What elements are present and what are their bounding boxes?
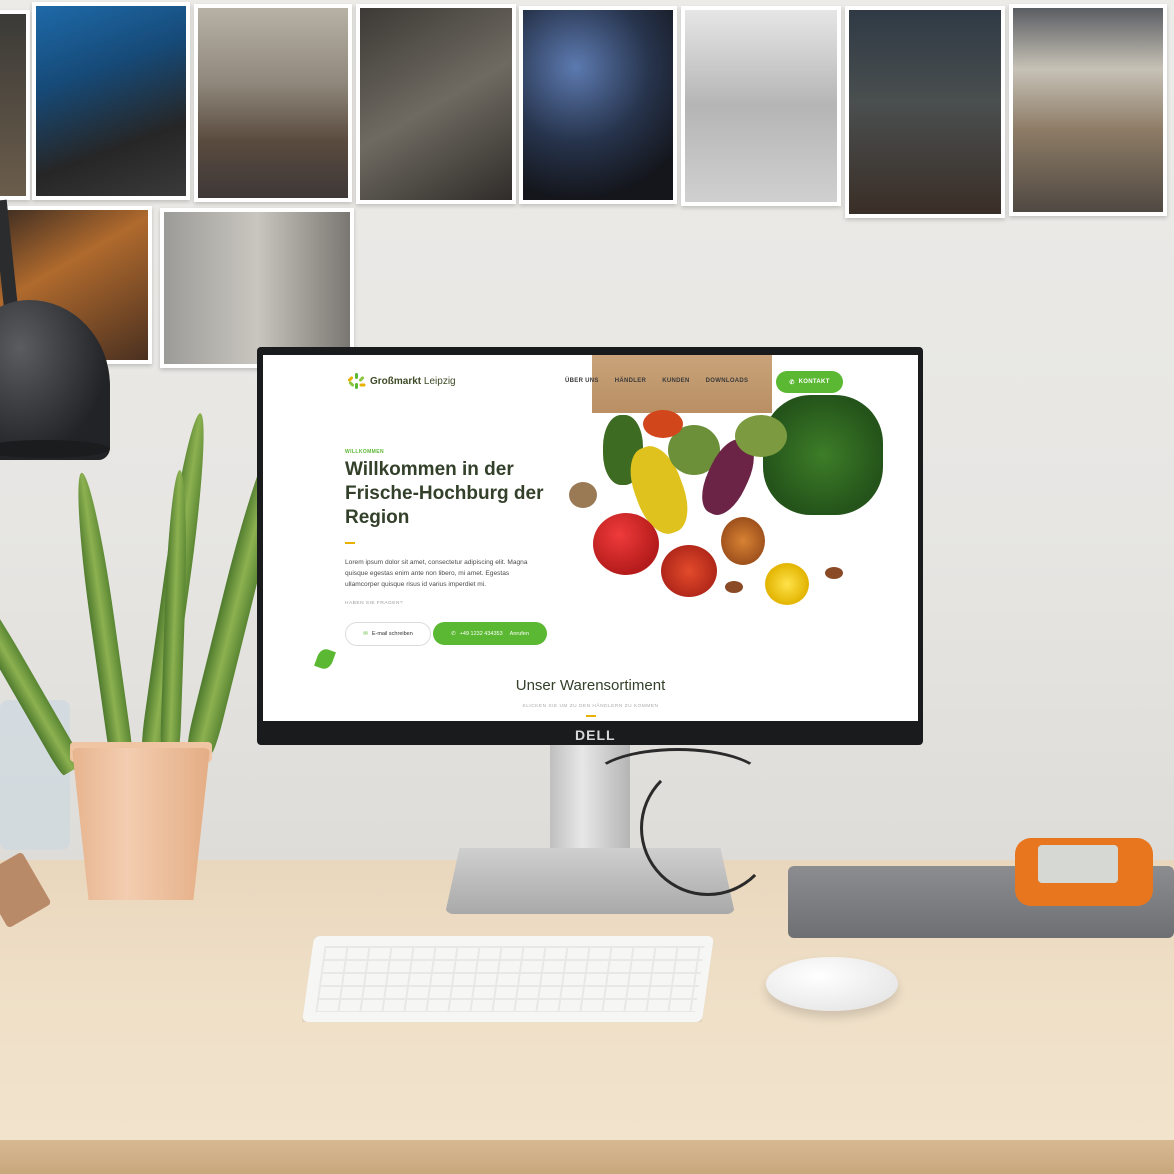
call-button-number: +49 1232 434353 (459, 630, 503, 637)
artichoke (735, 415, 787, 457)
lemon (765, 563, 809, 605)
pecan (825, 567, 843, 579)
logo-name: Großmarkt (370, 375, 422, 387)
screen: Großmarkt Leipzig ÜBER UNS HÄNDLER KUNDE… (263, 355, 918, 721)
desk-scene: DELL Großmarkt Leipzig ÜBER UNS HÄNDLER … (0, 0, 1174, 1174)
nav-item-haendler[interactable]: HÄNDLER (615, 378, 646, 384)
mail-icon: ✉ (363, 631, 368, 637)
nav-item-downloads[interactable]: DOWNLOADS (706, 378, 749, 384)
walnut (569, 482, 597, 508)
cable (640, 760, 776, 896)
phone-icon: ✆ (451, 630, 456, 637)
call-button-label: Anrufen (509, 630, 529, 637)
wall-photo (0, 10, 30, 200)
hero-text: Lorem ipsum dolor sit amet, consectetur … (345, 559, 528, 588)
wall-photo (356, 4, 516, 204)
wall-photo (845, 6, 1005, 218)
wall-photo (32, 2, 190, 200)
main-nav: ÜBER UNS HÄNDLER KUNDEN DOWNLOADS (565, 378, 748, 384)
contact-button-label: KONTAKT (798, 379, 830, 385)
wall-photo (194, 4, 352, 202)
mouse (766, 957, 898, 1011)
site-logo[interactable]: Großmarkt Leipzig (347, 373, 456, 389)
onion (721, 517, 765, 565)
nav-item-ueber-uns[interactable]: ÜBER UNS (565, 378, 599, 384)
parsley (763, 395, 883, 515)
hero-title: Willkommen in der Frische-Hochburg der R… (345, 459, 544, 528)
keyboard-keys (315, 946, 705, 1012)
tomato (643, 410, 683, 438)
pecan (725, 581, 743, 593)
dell-logo: DELL (575, 727, 616, 743)
contact-button[interactable]: ✆ KONTAKT (776, 371, 843, 393)
wall-photo (160, 208, 354, 368)
phone-icon: ✆ (789, 379, 795, 386)
desk-edge (0, 1140, 1174, 1174)
section-subtitle[interactable]: KLICKEN SIE UM ZU DEN HÄNDLERN ZU KOMMEN (263, 704, 918, 709)
logo-icon (347, 373, 366, 389)
email-button-label: E-mail schreiben (371, 631, 413, 637)
hero-eyebrow: WILLKOMMEN (345, 449, 384, 455)
wall-photo (681, 6, 841, 206)
wall-photo (1009, 4, 1167, 216)
questions-label: HABEN SIE FRAGEN? (345, 601, 404, 606)
plant-pot (72, 748, 210, 900)
section-title: Unser Warensortiment (515, 677, 666, 694)
nav-item-kunden[interactable]: KUNDEN (662, 378, 689, 384)
logo-city: Leipzig (423, 375, 456, 387)
apple (593, 513, 659, 575)
hero-divider (345, 542, 355, 544)
email-button[interactable]: ✉ E-mail schreiben (345, 622, 431, 646)
drive-label (1038, 845, 1118, 883)
leaf-icon (314, 646, 336, 672)
section-divider (586, 715, 596, 717)
wall-photo (519, 6, 677, 204)
paper-bag (592, 355, 772, 413)
website: Großmarkt Leipzig ÜBER UNS HÄNDLER KUNDE… (263, 355, 918, 721)
tomato (661, 545, 717, 597)
call-button[interactable]: ✆ +49 1232 434353 Anrufen (433, 622, 547, 645)
